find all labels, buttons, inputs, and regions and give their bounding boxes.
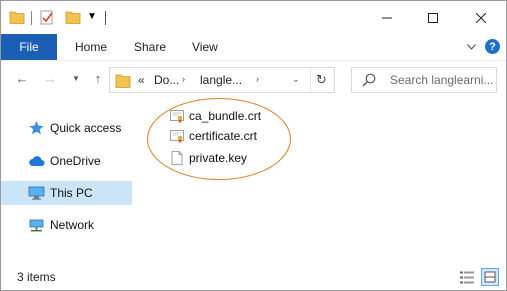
refresh-icon[interactable]: ↻ xyxy=(316,72,327,88)
large-icons-view-icon xyxy=(484,271,496,283)
help-icon[interactable]: ? xyxy=(485,39,500,54)
file-name: ca_bundle.crt xyxy=(189,109,262,123)
list-item[interactable]: certificate.crt xyxy=(169,126,257,146)
file-name: certificate.crt xyxy=(189,129,258,143)
tab-home[interactable]: Home xyxy=(75,34,107,60)
forward-button[interactable]: → xyxy=(43,72,57,86)
details-view-icon[interactable] xyxy=(459,270,475,285)
folder-icon[interactable] xyxy=(9,9,25,25)
breadcrumb-segment[interactable]: Do... xyxy=(154,73,179,87)
new-folder-icon[interactable] xyxy=(65,9,81,25)
search-box[interactable]: Search langlearni... xyxy=(351,67,497,93)
list-item[interactable]: private.key xyxy=(169,148,247,168)
close-button[interactable] xyxy=(458,1,504,34)
separator xyxy=(310,68,311,92)
properties-icon[interactable] xyxy=(39,9,55,25)
maximize-button[interactable] xyxy=(410,1,456,34)
tab-file[interactable]: File xyxy=(1,34,57,60)
large-icons-view-button[interactable] xyxy=(481,268,499,286)
search-input[interactable]: Search langlearni... xyxy=(390,73,494,87)
certificate-icon xyxy=(170,110,184,123)
separator xyxy=(31,11,32,25)
nav-item-onedrive[interactable]: OneDrive xyxy=(1,149,132,173)
up-button[interactable]: ↑ xyxy=(91,72,105,86)
certificate-icon xyxy=(170,130,184,143)
address-bar[interactable]: « Do... › langle... › ⌄ ↻ xyxy=(109,67,335,93)
expand-ribbon-icon[interactable] xyxy=(467,43,476,50)
nav-item-network[interactable]: Network xyxy=(1,213,132,237)
folder-icon xyxy=(115,74,131,88)
nav-item-quick-access[interactable]: Quick access xyxy=(1,116,132,140)
close-icon xyxy=(476,12,486,23)
nav-item-label: OneDrive xyxy=(50,154,101,168)
file-name: private.key xyxy=(189,151,248,165)
tab-view[interactable]: View xyxy=(192,34,218,60)
address-dropdown-icon[interactable]: ⌄ xyxy=(292,74,300,85)
maximize-icon xyxy=(428,12,438,23)
file-explorer-window: ▼ File Home Share View ? ← → ▼ ↑ « Do...… xyxy=(0,0,507,291)
nav-item-label: Quick access xyxy=(50,121,122,135)
minimize-button[interactable] xyxy=(364,1,410,34)
item-count: 3 items xyxy=(17,270,56,284)
star-icon xyxy=(29,121,44,135)
nav-item-this-pc[interactable]: This PC xyxy=(1,181,132,205)
network-icon xyxy=(29,219,44,232)
file-list: ca_bundle.crt certificate.crt private.ke… xyxy=(141,98,506,265)
nav-item-label: Network xyxy=(50,218,95,232)
file-icon xyxy=(171,151,183,165)
title-bar: ▼ xyxy=(1,1,506,34)
cloud-icon xyxy=(29,156,45,166)
customize-toolbar-icon[interactable]: ▼ xyxy=(87,10,103,26)
ribbon: File Home Share View ? xyxy=(1,34,506,60)
computer-icon xyxy=(28,186,45,200)
search-icon xyxy=(362,73,376,87)
address-row: ← → ▼ ↑ « Do... › langle... › ⌄ ↻ Search… xyxy=(1,60,506,98)
separator xyxy=(105,11,106,25)
status-bar: 3 items xyxy=(1,265,506,290)
breadcrumb-arrow-icon[interactable]: › xyxy=(182,74,185,84)
minimize-icon xyxy=(382,17,392,18)
recent-locations-icon[interactable]: ▼ xyxy=(69,72,83,86)
breadcrumb-arrow-icon[interactable]: › xyxy=(256,74,259,84)
breadcrumb-segment[interactable]: langle... xyxy=(200,73,242,87)
ribbon-controls: ? xyxy=(467,39,500,54)
nav-item-label: This PC xyxy=(50,186,93,200)
back-button[interactable]: ← xyxy=(15,72,29,86)
overflow-chevron-icon[interactable]: « xyxy=(138,73,145,87)
list-item[interactable]: ca_bundle.crt xyxy=(169,106,261,126)
navigation-pane: Quick access OneDrive This PC Network xyxy=(1,98,141,265)
tab-share[interactable]: Share xyxy=(134,34,166,60)
